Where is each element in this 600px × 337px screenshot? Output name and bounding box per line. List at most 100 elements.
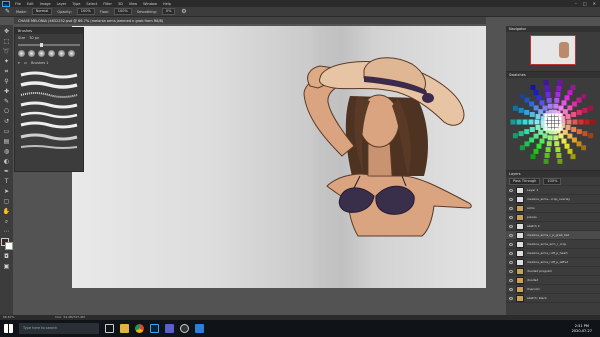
visibility-eye-icon[interactable] — [509, 242, 513, 246]
color-swatch[interactable] — [553, 103, 559, 109]
visibility-eye-icon[interactable] — [509, 260, 513, 264]
color-swatch[interactable] — [533, 148, 539, 154]
layer-row[interactable]: melonia_arms_ruff_p_leftv2 — [506, 258, 600, 267]
color-swatch[interactable] — [544, 124, 548, 127]
color-swatch[interactable] — [551, 120, 555, 124]
layer-row[interactable]: melonia_arms_r_p_grab_hat — [506, 231, 600, 240]
color-swatch[interactable] — [576, 141, 582, 147]
color-swatch[interactable] — [570, 84, 576, 90]
slider-knob[interactable] — [39, 43, 43, 47]
color-swatch[interactable] — [565, 125, 571, 130]
path-select-tool-icon[interactable]: ➤ — [3, 188, 10, 195]
color-swatch[interactable] — [536, 143, 542, 149]
color-swatch[interactable] — [524, 129, 530, 135]
color-swatch[interactable] — [566, 119, 572, 125]
brush-size-value[interactable]: 30 px — [29, 36, 39, 40]
menu-help[interactable]: Help — [160, 2, 174, 6]
color-swatch[interactable] — [533, 133, 539, 139]
color-swatch[interactable] — [571, 101, 577, 107]
color-swatch[interactable] — [544, 127, 548, 131]
color-swatch[interactable] — [571, 127, 577, 132]
task-view-icon[interactable] — [105, 324, 114, 333]
blur-tool-icon[interactable]: ◍ — [3, 148, 10, 155]
color-swatch[interactable] — [512, 133, 518, 139]
color-swatch[interactable] — [543, 80, 549, 86]
hand-tool-icon[interactable]: ✋ — [3, 208, 10, 215]
layer-group-row[interactable]: doodad — [506, 276, 600, 285]
brush-tool-preset-icon[interactable]: ✎ — [4, 8, 11, 15]
color-swatch[interactable] — [547, 103, 553, 109]
eyedropper-tool-icon[interactable]: ⚲ — [3, 78, 10, 85]
layer-group-row[interactable]: arms — [506, 204, 600, 213]
smoothing-field[interactable]: 0% — [161, 8, 176, 15]
color-swatch[interactable] — [546, 97, 552, 103]
layers-opacity-field[interactable]: 100% — [543, 177, 562, 185]
color-swatch[interactable] — [548, 117, 551, 120]
brush-tip[interactable] — [58, 50, 65, 57]
color-swatch[interactable] — [558, 127, 562, 131]
color-swatch[interactable] — [555, 117, 558, 120]
color-swatch[interactable] — [529, 101, 535, 107]
color-swatch[interactable] — [555, 127, 558, 131]
color-swatch[interactable] — [561, 138, 567, 144]
color-swatch[interactable] — [548, 120, 551, 124]
color-swatch[interactable] — [556, 153, 562, 158]
visibility-eye-icon[interactable] — [509, 215, 513, 219]
crop-tool-icon[interactable]: ⌗ — [3, 68, 10, 75]
color-swatch[interactable] — [562, 129, 568, 135]
menu-select[interactable]: Select — [83, 2, 100, 6]
color-swatch[interactable] — [576, 97, 582, 103]
color-swatch[interactable] — [534, 119, 540, 125]
visibility-eye-icon[interactable] — [509, 287, 513, 291]
taskbar-search-box[interactable]: Type here to search — [19, 323, 99, 334]
brush-folder-row[interactable]: ▾ ▭ Brushes 1 — [15, 59, 83, 67]
document-tab[interactable]: CHASE MELONIA (4632252.psd @ 66.7% (melo… — [14, 17, 486, 24]
color-swatch[interactable] — [554, 97, 560, 103]
brush-tip[interactable] — [28, 50, 35, 57]
menu-type[interactable]: Type — [69, 2, 83, 6]
color-swatch[interactable] — [542, 133, 548, 139]
menu-window[interactable]: Window — [140, 2, 160, 6]
maximize-button[interactable]: □ — [583, 1, 587, 6]
color-swatch[interactable] — [558, 117, 562, 120]
color-swatch[interactable] — [548, 113, 551, 117]
background-color-swatch[interactable] — [4, 242, 13, 250]
layer-row[interactable]: melonia_arms_ruff_p_heart — [506, 249, 600, 258]
color-swatch[interactable] — [544, 86, 550, 91]
close-button[interactable]: ✕ — [593, 1, 596, 6]
color-swatch[interactable] — [564, 143, 570, 149]
color-swatch[interactable] — [539, 100, 545, 106]
color-swatch[interactable] — [558, 105, 564, 111]
type-tool-icon[interactable]: T — [3, 178, 10, 185]
color-swatch[interactable] — [535, 125, 541, 130]
color-swatch[interactable] — [539, 138, 545, 144]
layer-group-row[interactable]: doodad program — [506, 267, 600, 276]
color-swatch[interactable] — [576, 129, 582, 135]
brush-tool-icon[interactable]: ✎ — [3, 98, 10, 105]
menu-layer[interactable]: Layer — [54, 2, 70, 6]
color-swatch[interactable] — [558, 124, 562, 127]
zoom-tool-icon[interactable]: ⌕ — [3, 218, 10, 225]
layer-row[interactable]: Layer 1 — [506, 186, 600, 195]
healing-tool-icon[interactable]: ✚ — [3, 88, 10, 95]
document-canvas[interactable] — [72, 26, 486, 288]
color-swatch[interactable] — [582, 131, 588, 137]
color-swatch[interactable] — [544, 117, 548, 120]
brush-tip[interactable] — [68, 50, 75, 57]
chrome-icon[interactable] — [135, 324, 144, 333]
visibility-eye-icon[interactable] — [509, 197, 513, 201]
color-swatch[interactable] — [562, 109, 568, 115]
color-swatch[interactable] — [544, 113, 548, 117]
visibility-eye-icon[interactable] — [509, 233, 513, 237]
color-swatch[interactable] — [551, 113, 555, 117]
color-swatches[interactable] — [0, 238, 13, 250]
color-swatch[interactable] — [524, 97, 530, 103]
marquee-tool-icon[interactable]: ⬚ — [3, 38, 10, 45]
visibility-eye-icon[interactable] — [509, 206, 513, 210]
color-swatch[interactable] — [581, 93, 587, 99]
color-swatch[interactable] — [588, 105, 594, 111]
color-swatch[interactable] — [528, 119, 534, 125]
color-swatch[interactable] — [545, 91, 551, 97]
color-swatch[interactable] — [565, 114, 571, 119]
color-swatch[interactable] — [581, 145, 587, 151]
